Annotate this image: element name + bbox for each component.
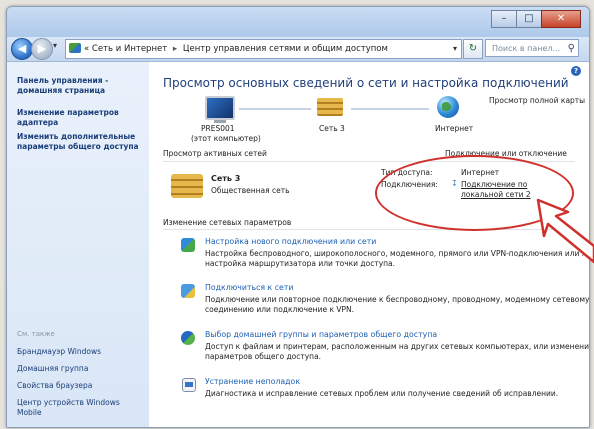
task-homegroup-desc: Доступ к файлам и принтерам, расположенн… (205, 342, 590, 361)
search-icon[interactable]: ⚲ (568, 40, 575, 58)
address-dropdown-icon[interactable]: ▾ (453, 40, 457, 58)
network-map: PRES001 (этот компьютер) Сеть 3 Интернет (189, 96, 489, 156)
see-also-label: См. также (17, 330, 55, 338)
forward-button[interactable]: ▶ (31, 38, 53, 60)
network-bench-icon (317, 98, 343, 116)
see-also-browser-properties[interactable]: Свойства браузера (17, 381, 145, 391)
title-bar[interactable]: – □ ✕ (7, 7, 589, 37)
sidebar-item-sharing-settings[interactable]: Изменить дополнительные параметры общего… (17, 132, 145, 152)
computer-icon (205, 96, 235, 123)
window-controls: – □ ✕ (491, 10, 581, 28)
address-bar[interactable]: « Сеть и Интернет ▸ Центр управления сет… (65, 39, 462, 59)
breadcrumb-separator-icon[interactable]: ▸ (173, 44, 177, 54)
back-button[interactable]: ◀ (11, 38, 33, 60)
close-button[interactable]: ✕ (541, 10, 581, 28)
troubleshoot-icon (182, 378, 196, 392)
search-input[interactable]: Поиск в панел... ⚲ (485, 39, 579, 57)
network-center-window: – □ ✕ ◀ ▶ ▾ « Сеть и Интернет ▸ Центр уп… (6, 6, 590, 428)
main-content: ? Просмотр основных сведений о сети и на… (149, 62, 589, 427)
active-networks-label: Просмотр активных сетей (163, 149, 267, 158)
task-connect-link[interactable]: Подключиться к сети (205, 283, 293, 292)
network-type-link[interactable]: Общественная сеть (211, 186, 290, 195)
map-internet-label: Интернет (435, 124, 474, 133)
task-connect-desc: Подключение или повторное подключение к … (205, 295, 590, 314)
navigation-bar: ◀ ▶ ▾ « Сеть и Интернет ▸ Центр управлен… (7, 37, 589, 62)
sidebar-item-adapter-settings[interactable]: Изменение параметров адаптера (17, 108, 145, 128)
map-connector (239, 108, 311, 110)
see-also-firewall[interactable]: Брандмауэр Windows (17, 347, 145, 357)
see-also-mobile-device-center[interactable]: Центр устройств Windows Mobile (17, 398, 145, 418)
see-also-homegroup[interactable]: Домашняя группа (17, 364, 145, 374)
public-network-icon (171, 174, 203, 198)
sidebar-home-link[interactable]: Панель управления - домашняя страница (17, 76, 145, 96)
highlight-ellipse (375, 155, 574, 231)
task-troubleshoot-desc: Диагностика и исправление сетевых пробле… (205, 389, 559, 398)
connect-network-icon (181, 284, 195, 298)
task-new-connection-link[interactable]: Настройка нового подключения или сети (205, 237, 376, 246)
divider (163, 229, 575, 230)
change-settings-label: Изменение сетевых параметров (163, 218, 292, 227)
internet-globe-icon (437, 96, 459, 118)
new-connection-icon (181, 238, 195, 252)
minimize-button[interactable]: – (491, 10, 517, 28)
breadcrumb-network-center[interactable]: Центр управления сетями и общим доступом (183, 44, 388, 54)
page-title: Просмотр основных сведений о сети и наст… (163, 76, 569, 90)
network-name: Сеть 3 (211, 174, 241, 183)
refresh-button[interactable]: ↻ (463, 39, 483, 59)
view-full-map-link[interactable]: Просмотр полной карты (489, 96, 585, 105)
homegroup-icon (181, 331, 195, 345)
computer-name: PRES001 (201, 124, 235, 133)
search-placeholder: Поиск в панел... (492, 44, 561, 53)
network-icon (69, 43, 81, 53)
computer-subtitle: (этот компьютер) (191, 134, 261, 143)
sidebar: Панель управления - домашняя страница Из… (7, 62, 149, 427)
map-network-name: Сеть 3 (319, 124, 345, 133)
task-homegroup-link[interactable]: Выбор домашней группы и параметров общег… (205, 330, 437, 339)
maximize-button[interactable]: □ (516, 10, 542, 28)
task-new-connection-desc: Настройка беспроводного, широкополосного… (205, 249, 590, 268)
help-icon[interactable]: ? (571, 66, 581, 76)
recent-pages-dropdown[interactable]: ▾ (53, 41, 57, 50)
task-troubleshoot-link[interactable]: Устранение неполадок (205, 377, 300, 386)
map-connector (351, 108, 429, 110)
breadcrumb-prefix[interactable]: « (84, 44, 89, 54)
breadcrumb-network-internet[interactable]: Сеть и Интернет (92, 44, 167, 54)
